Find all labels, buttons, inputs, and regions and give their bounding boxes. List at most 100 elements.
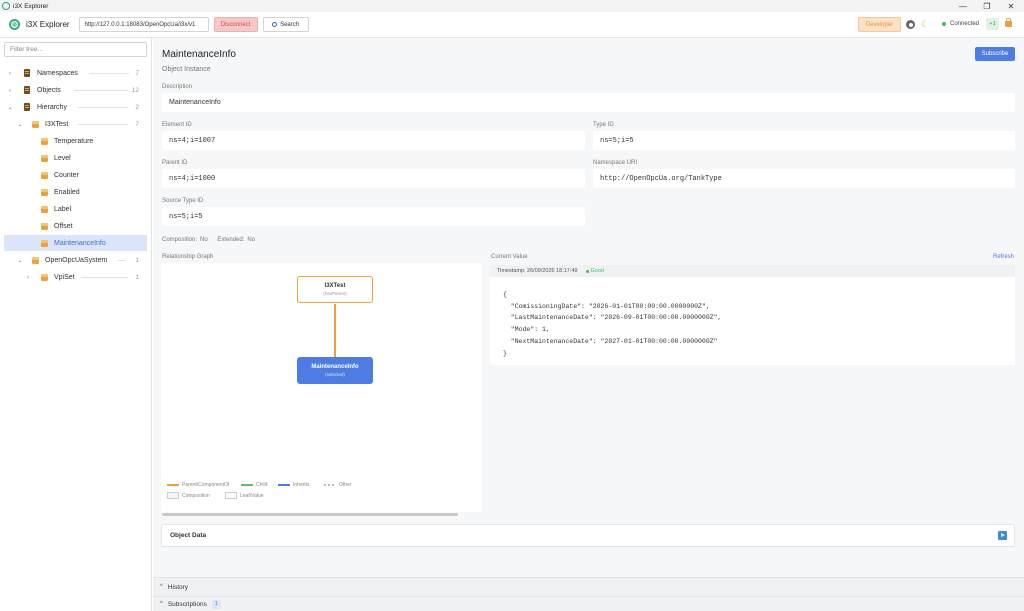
tree-divider (89, 73, 129, 74)
object-data-panel[interactable]: Object Data (161, 524, 1015, 547)
cube-icon (32, 121, 39, 128)
composition-value: No (200, 237, 208, 243)
json-line: "Mode": 1, (503, 326, 550, 334)
developer-button[interactable]: Developer (858, 17, 901, 32)
page-subtitle: Object Instance (162, 66, 211, 73)
graph-node-parent[interactable]: I3XTest (hasParent) (297, 276, 373, 303)
tree-item-objects[interactable]: › Objects 12 (4, 83, 147, 98)
server-url-input[interactable]: http://127.0.0.1:18083/OpenOpcUa/i3x/v1 (78, 17, 209, 32)
json-line: "ComissioningDate": "2026-01-01T00:00:00… (503, 302, 710, 310)
chevron-up-icon: ^ (160, 584, 163, 590)
disconnect-button[interactable]: Disconnect (213, 17, 258, 32)
chevron-down-icon[interactable]: ⌄ (17, 121, 23, 128)
tree-item-label: OpenOpcUaSystem (45, 257, 108, 264)
gear-icon[interactable] (906, 20, 915, 29)
tree-item-i3xtest[interactable]: ⌄ I3XTest 7 (4, 117, 147, 132)
current-value-panel: Timestamp: 26/09/2026 18:17:49 Good { "C… (490, 265, 1015, 365)
json-value: { "ComissioningDate": "2026-01-01T00:00:… (503, 289, 721, 359)
lock-icon[interactable] (1005, 17, 1012, 27)
namespace-book-icon (24, 69, 30, 77)
tree-item-label: Label (54, 206, 72, 213)
play-icon[interactable] (998, 531, 1007, 540)
json-line: } (503, 349, 507, 357)
tree-item-counter[interactable]: Counter (4, 168, 147, 183)
tree-divider (78, 124, 128, 125)
minimize-button[interactable]: — (951, 0, 975, 12)
tree-item-level[interactable]: Level (4, 151, 147, 166)
tree-item-label: Objects (37, 87, 61, 94)
tree-item-count: 1 (135, 257, 139, 264)
current-value-label: Current Value (491, 254, 528, 260)
legend-parent: Parent/ComponentOf (167, 482, 229, 488)
filter-tree-input[interactable]: Filter tree... (4, 42, 147, 57)
moon-icon[interactable]: ☾ (921, 19, 929, 30)
legend-child: Child (241, 482, 267, 488)
graph-node-subtitle: (hasParent) (323, 291, 347, 296)
namespace-book-icon (24, 86, 30, 94)
cube-icon (41, 274, 48, 281)
tree-item-offset[interactable]: Offset (4, 219, 147, 234)
history-bar[interactable]: ^ History (153, 577, 1024, 596)
chevron-right-icon[interactable]: › (25, 275, 31, 281)
legend-line-parent (167, 484, 179, 486)
subscribe-button[interactable]: Subscribe (975, 47, 1015, 61)
refresh-link[interactable]: Refresh (993, 254, 1014, 260)
description-field: MaintenanceInfo (162, 93, 1015, 112)
parent-id-field: ns=4;i=1000 (162, 169, 585, 188)
json-line: "NextMaintenanceDate": "2027-01-01T00:00… (503, 337, 718, 345)
maximize-button[interactable]: ❐ (975, 0, 999, 12)
legend-other: Other (324, 482, 352, 488)
chevron-right-icon[interactable]: › (7, 71, 13, 77)
connection-status-dot (942, 22, 946, 26)
search-button-label: Search (280, 21, 300, 28)
connection-count-badge: +1 (986, 18, 999, 30)
tree-item-label: I3XTest (45, 121, 69, 128)
tree-item-maintenanceinfo[interactable]: MaintenanceInfo (4, 235, 147, 251)
cube-icon (41, 138, 48, 145)
search-button[interactable]: Search (262, 17, 309, 32)
legend-inherits: Inherits (278, 482, 309, 488)
quality-dot (585, 269, 589, 273)
tree-item-openopcuasystem[interactable]: ⌄ OpenOpcUaSystem 1 (4, 253, 147, 268)
tree-item-count: 7 (135, 70, 139, 77)
parent-id-label: Parent ID (162, 160, 188, 166)
extended-label: Extended: (217, 237, 245, 243)
tree-item-label: Enabled (54, 189, 80, 196)
app-brand: i3X Explorer (26, 20, 70, 29)
legend-text: Composition (182, 492, 210, 499)
tree-item-label-node[interactable]: Label (4, 202, 147, 217)
graph-edge-parent (334, 304, 336, 357)
tree-item-label: Counter (54, 172, 79, 179)
tree-item-namespaces[interactable]: › Namespaces 7 (4, 66, 147, 81)
relationship-graph[interactable]: I3XTest (hasParent) MaintenanceInfo (sel… (161, 263, 482, 512)
tree-item-count: 12 (131, 87, 139, 94)
tree-item-vpiset[interactable]: › VpiSet 1 (4, 270, 147, 285)
source-type-id-label: Source Type ID (162, 198, 204, 204)
subscriptions-bar[interactable]: ^ Subscriptions 1 (153, 596, 1024, 611)
json-line: "LastMaintenanceDate": "2026-09-01T00:00… (503, 314, 722, 322)
tree-item-label: Temperature (54, 138, 94, 145)
composition-label: Composition: (162, 237, 198, 243)
cube-icon (41, 206, 48, 213)
legend-leaf: Leaf/Value (225, 492, 264, 499)
chevron-down-icon[interactable]: ⌄ (17, 257, 23, 264)
graph-node-selected[interactable]: MaintenanceInfo (selected) (297, 357, 373, 384)
app-logo-icon (9, 19, 20, 30)
legend-text: Child (256, 482, 268, 488)
graph-horizontal-scrollbar[interactable] (162, 513, 458, 516)
page-title: MaintenanceInfo (162, 49, 236, 60)
description-label: Description (162, 84, 193, 90)
tree-item-hierarchy[interactable]: ⌄ Hierarchy 2 (4, 100, 147, 115)
tree-item-enabled[interactable]: Enabled (4, 185, 147, 200)
chevron-right-icon[interactable]: › (7, 88, 13, 94)
namespace-uri-field: http://OpenOpcUa.org/TankType (593, 169, 1015, 188)
legend-box-composition (167, 492, 179, 499)
tree-item-temperature[interactable]: Temperature (4, 134, 147, 149)
close-button[interactable]: ✕ (999, 0, 1023, 12)
meta-flags: Composition: No Extended: No (162, 237, 258, 243)
app-ring-icon (2, 2, 10, 10)
chevron-down-icon[interactable]: ⌄ (7, 104, 13, 111)
graph-node-title: I3XTest (324, 283, 346, 289)
source-type-id-field: ns=5;i=5 (162, 207, 585, 226)
quality-text: Good (590, 268, 604, 274)
